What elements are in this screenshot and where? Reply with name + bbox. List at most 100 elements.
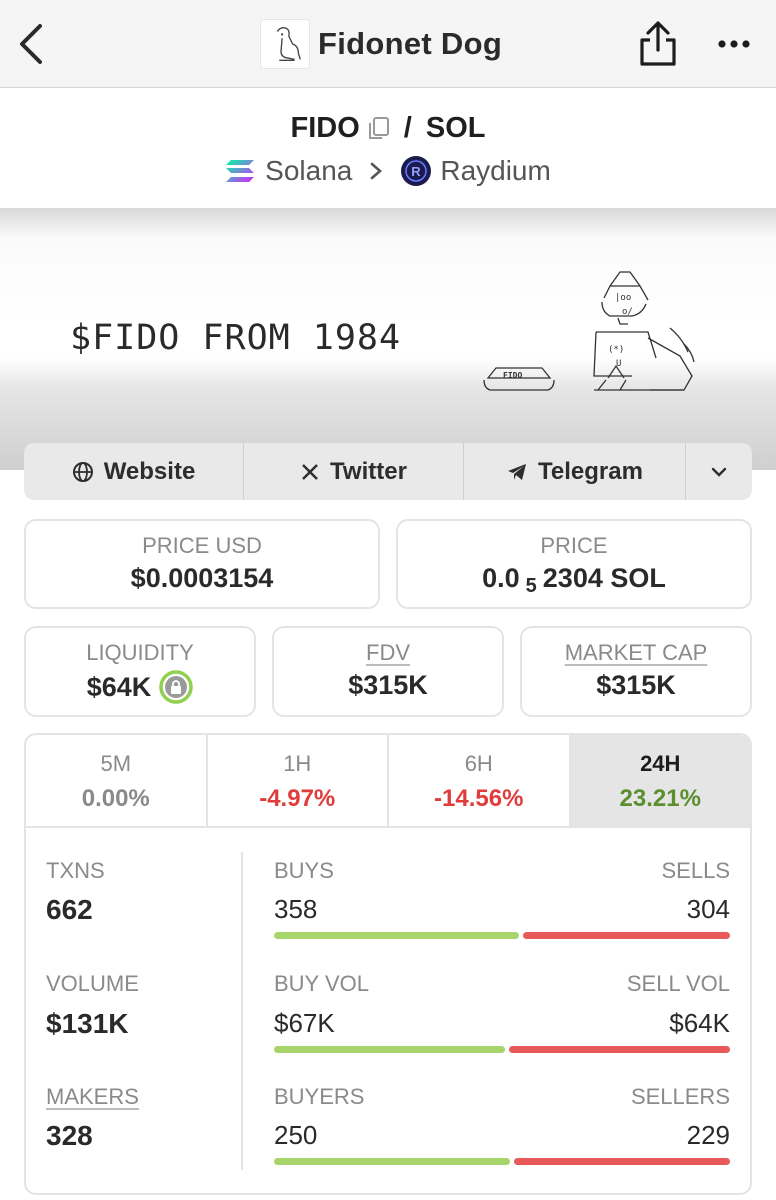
tab-1h[interactable]: 1H -4.97% [208,735,389,826]
price-native-value: 0.0 5 2304 SOL [398,563,750,597]
makers-value: 328 [46,1120,93,1151]
stats-divider [241,852,243,1170]
website-link-label: Website [103,457,196,485]
price-digits: 2304 [542,563,603,593]
price-native-box: PRICE 0.0 5 2304 SOL [396,519,752,609]
trade-stats: TXNS 662 BUYS 358 SELLS 304 VOLUME $131K… [26,828,750,1193]
base-symbol: FIDO [290,111,360,144]
sellers-value: 229 [686,1120,730,1150]
raydium-icon: R [401,156,432,186]
timeframe-stats-card: 5M 0.00% 1H -4.97% 6H -14.56% 24H 23.21%… [24,733,752,1195]
price-usd-label: PRICE USD [142,533,262,558]
tab-6h-label: 6H [464,751,493,776]
dex-name[interactable]: Raydium [440,155,550,187]
chain-name[interactable]: Solana [265,155,352,187]
fidonet-dog-logo [260,19,310,69]
liquidity-value-row: $64K [26,670,254,704]
liquidity-label: LIQUIDITY [86,640,194,665]
pair-title: FIDO / SOL [0,106,776,150]
lock-icon[interactable] [159,670,194,704]
sellers-bar [514,1158,730,1165]
price-native-label: PRICE [540,533,608,558]
more-horizontal-icon[interactable] [714,30,754,58]
x-logo-icon [302,463,318,480]
chevron-left-icon[interactable] [14,22,50,66]
solana-icon [226,160,255,182]
liquidity-value: $64K [86,671,152,702]
tab-24h-change: 23.21% [619,785,701,812]
liquidity-box: LIQUIDITY $64K [24,626,256,717]
sells-bar [523,932,730,939]
buyers-bar [274,1158,510,1165]
svg-text:R: R [412,164,422,179]
chevron-down-icon [711,467,727,477]
tab-24h-label: 24H [640,751,681,776]
sells-label: SELLS [661,858,731,883]
tab-1h-label: 1H [283,751,312,776]
share-icon[interactable] [636,20,680,68]
banner-text: $FIDO FROM 1984 [70,318,402,358]
top-bar: Fidonet Dog [0,0,776,88]
more-links-dropdown[interactable] [686,443,752,500]
app-title: Fidonet Dog [318,26,503,61]
chevron-right-icon [371,162,383,180]
price-usd-value: $0.0003154 [130,563,274,593]
timeframe-tabs: 5M 0.00% 1H -4.97% 6H -14.56% 24H 23.21% [26,735,750,828]
svg-text:(*): (*) [608,345,624,355]
buys-bar [274,932,519,939]
sells-value: 304 [686,894,730,924]
price-zero-count: 5 [525,575,537,597]
fdv-label[interactable]: FDV [274,640,502,666]
copy-icon[interactable] [366,115,392,141]
pair-separator: / [403,111,412,144]
website-link[interactable]: Website [24,443,244,500]
price-unit: SOL [610,563,666,593]
buy-vol-label: BUY VOL [274,971,369,996]
telegram-link-label: Telegram [538,457,643,485]
market-cap-value: $315K [596,670,676,700]
svg-text:o/: o/ [622,307,633,317]
tab-6h[interactable]: 6H -14.56% [389,735,571,826]
token-banner: $FIDO FROM 1984 |oo o/ (*) U FIDO [0,208,776,470]
txns-value: 662 [46,894,93,925]
chain-breadcrumb: Solana R Raydium [0,150,776,192]
tab-1h-change: -4.97% [259,785,336,812]
globe-icon [72,461,93,482]
quote-symbol: SOL [425,111,486,144]
sell-vol-value: $64K [669,1008,730,1038]
telegram-icon [508,463,527,480]
tab-5m-change: 0.00% [81,785,150,812]
buys-value: 358 [274,894,318,924]
title-group: Fidonet Dog [260,18,502,70]
txns-label: TXNS [46,858,105,883]
svg-text:U: U [616,359,621,369]
market-cap-box: MARKET CAP $315K [520,626,752,717]
price-prefix: 0.0 [482,563,520,593]
ascii-dog-illustration: |oo o/ (*) U FIDO [483,271,695,391]
bowl-label: FIDO [503,371,522,380]
volume-value: $131K [46,1008,129,1039]
market-cap-label[interactable]: MARKET CAP [522,640,750,666]
tab-5m-label: 5M [100,751,132,776]
tab-6h-change: -14.56% [434,785,524,812]
price-usd-box: PRICE USD $0.0003154 [24,519,380,609]
svg-text:|oo: |oo [615,293,631,303]
tab-24h[interactable]: 24H 23.21% [570,735,750,826]
sell-vol-bar [509,1046,730,1053]
telegram-link[interactable]: Telegram [464,443,686,500]
volume-label: VOLUME [46,971,139,996]
buyers-value: 250 [274,1120,318,1150]
buyers-label: BUYERS [274,1084,365,1109]
buy-vol-value: $67K [274,1008,335,1038]
buy-vol-bar [274,1046,505,1053]
twitter-link-label: Twitter [330,457,407,485]
fdv-box: FDV $315K [272,626,504,717]
sell-vol-label: SELL VOL [626,971,730,996]
tab-5m[interactable]: 5M 0.00% [26,735,208,826]
sellers-label: SELLERS [630,1084,730,1109]
fdv-value: $315K [348,670,428,700]
twitter-link[interactable]: Twitter [244,443,464,500]
buys-label: BUYS [274,858,334,883]
social-links-bar: Website Twitter Telegram [24,443,752,500]
makers-label[interactable]: MAKERS [46,1084,139,1110]
